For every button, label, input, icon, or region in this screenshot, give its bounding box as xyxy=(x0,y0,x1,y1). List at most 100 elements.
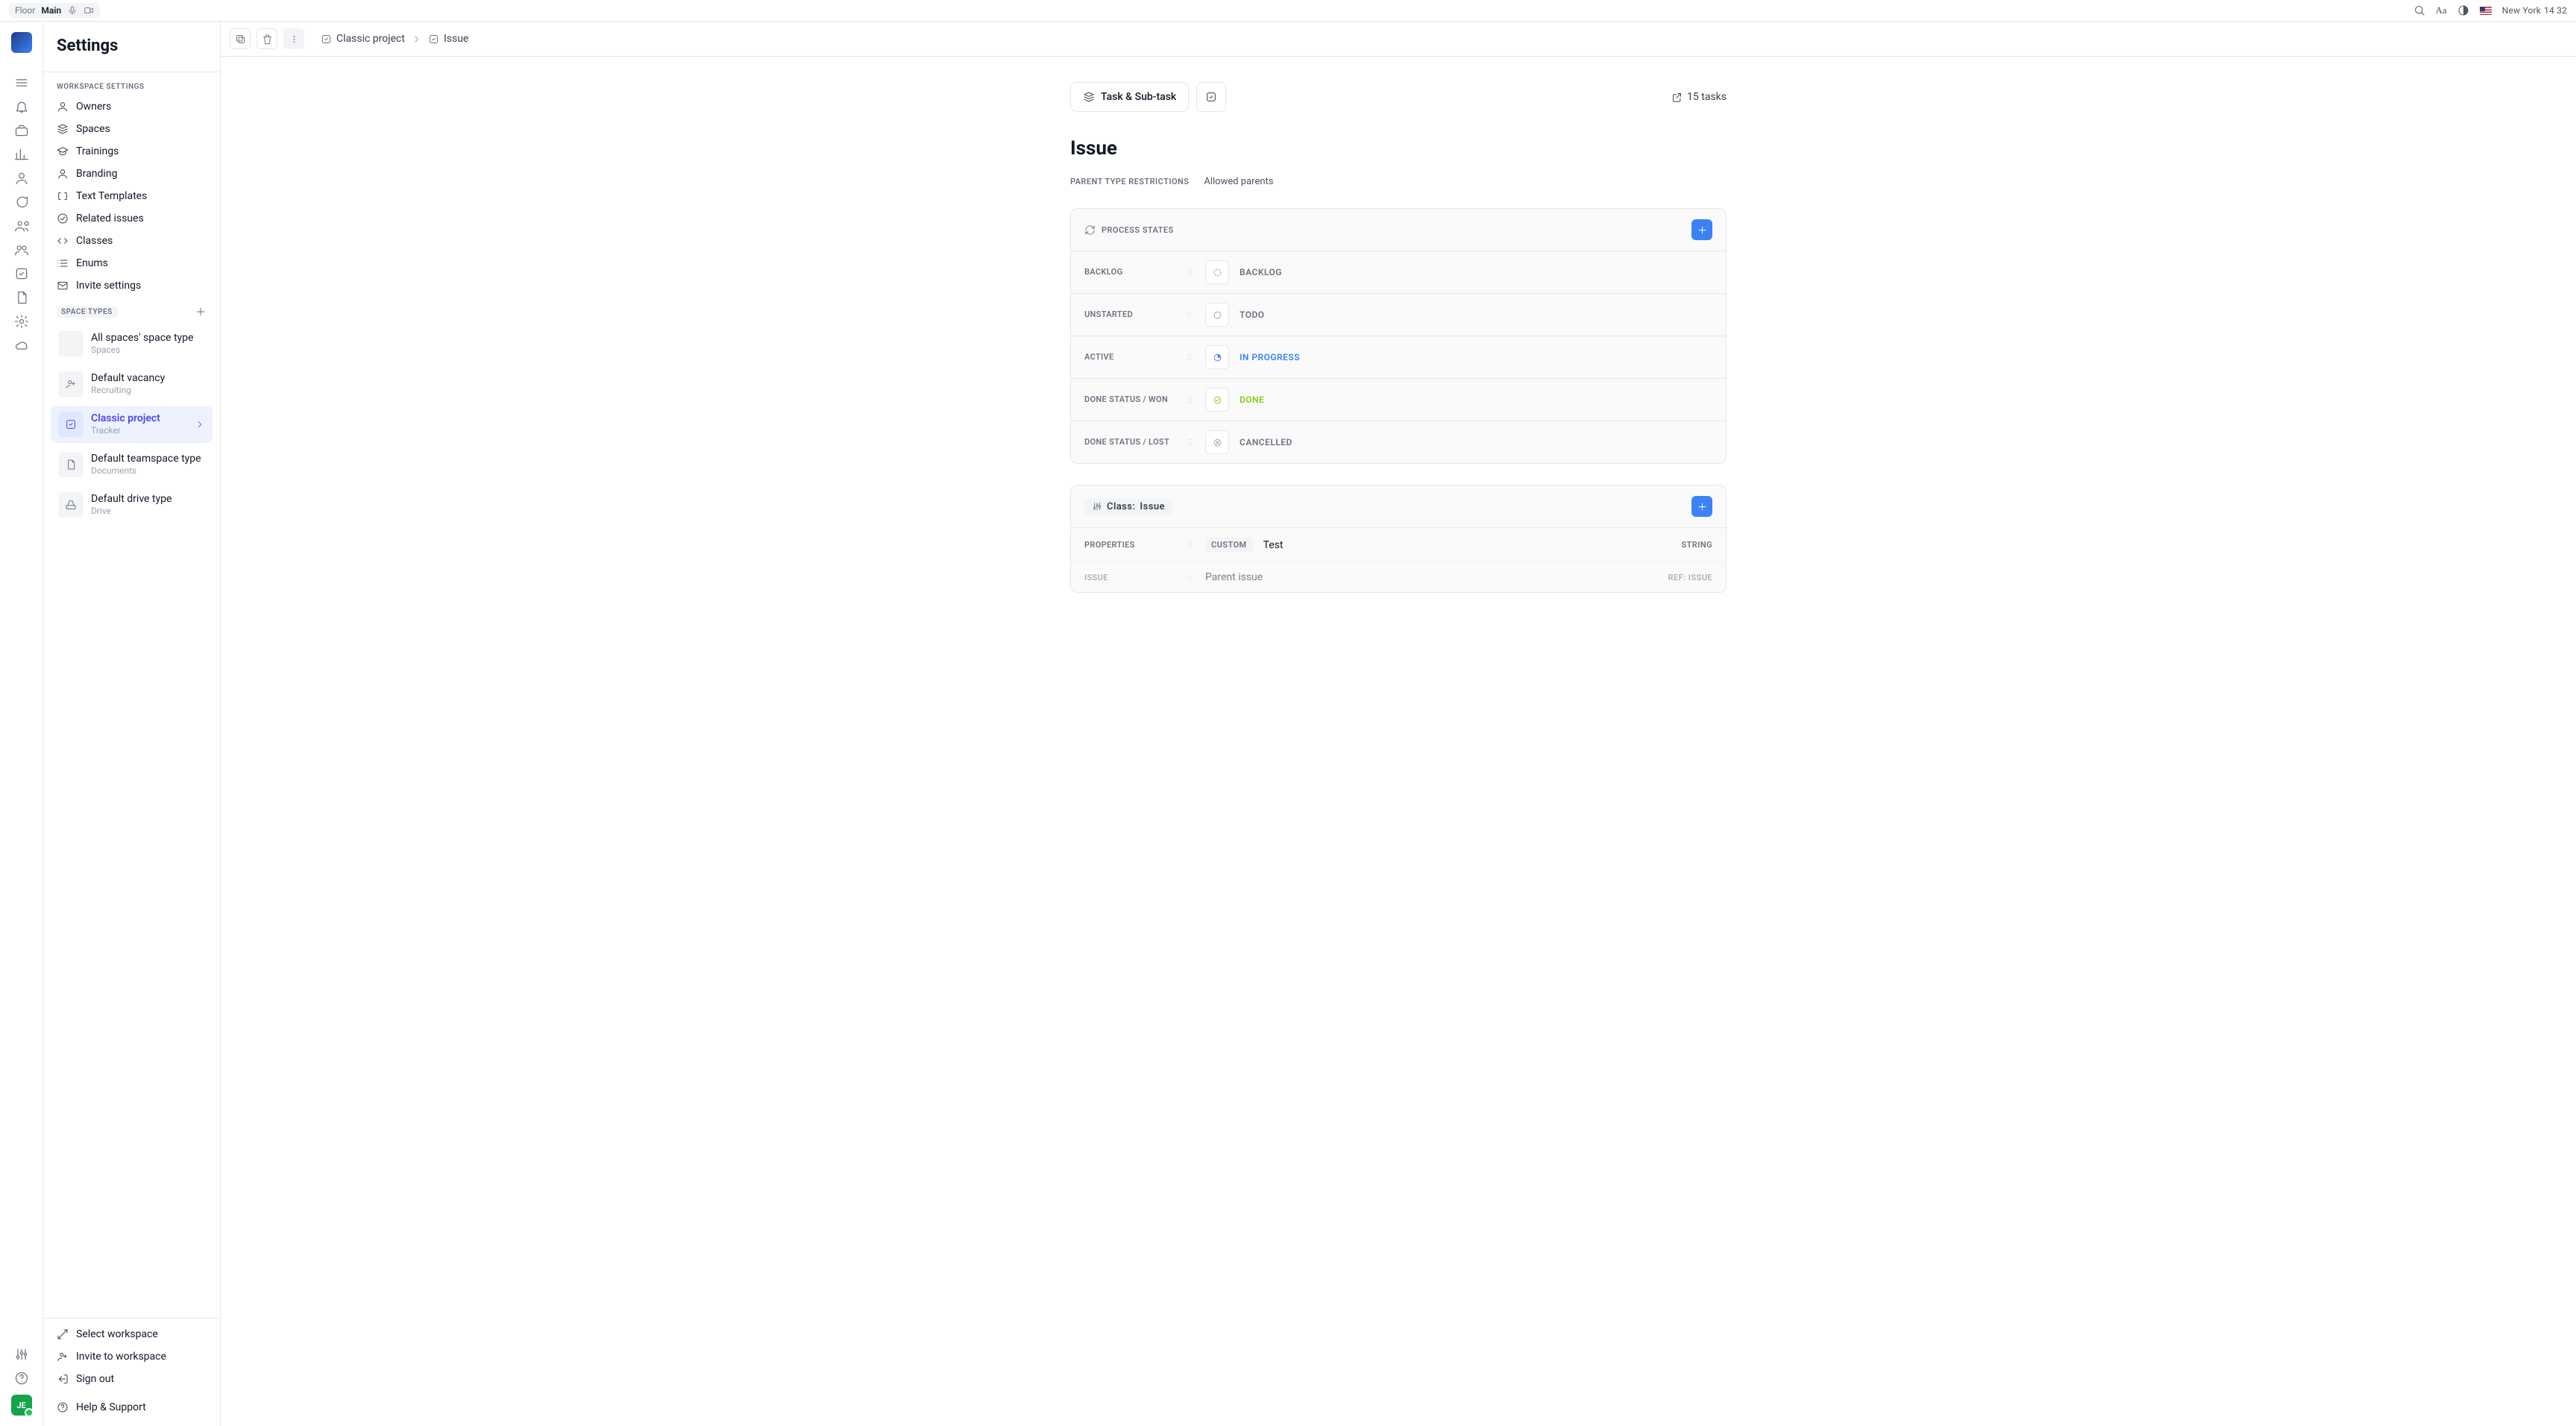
layers-icon xyxy=(57,123,69,135)
property-row-test[interactable]: PROPERTIES CUSTOM Test STRING xyxy=(1071,527,1726,562)
locale-flag-icon[interactable] xyxy=(2480,7,2492,15)
rail-help[interactable] xyxy=(14,1371,29,1386)
add-state-button[interactable] xyxy=(1691,219,1712,240)
rail-profile[interactable] xyxy=(14,171,29,186)
mic-icon[interactable] xyxy=(67,5,78,16)
state-row-backlog[interactable]: BACKLOG BACKLOG xyxy=(1071,251,1726,293)
spacetype-all-spaces[interactable]: All spaces' space type Spaces xyxy=(51,325,213,362)
rail-cloud[interactable] xyxy=(14,338,29,353)
person-icon xyxy=(57,101,69,113)
help-circle-icon xyxy=(57,1401,69,1413)
restrictions-value[interactable]: Allowed parents xyxy=(1204,176,1273,187)
property-row-parent-issue[interactable]: ISSUE Parent issue REF: ISSUE xyxy=(1071,562,1726,592)
nav-text-templates[interactable]: Text Templates xyxy=(43,185,220,207)
rail-members[interactable] xyxy=(14,219,29,233)
section-workspace-settings: WORKSPACE SETTINGS xyxy=(43,72,220,95)
more-button[interactable] xyxy=(283,28,304,49)
floor-label: Floor xyxy=(15,5,35,16)
state-row-unstarted[interactable]: UNSTARTED TODO xyxy=(1071,293,1726,336)
app-rail: JE xyxy=(0,22,43,1426)
contrast-icon[interactable] xyxy=(2457,4,2469,16)
switch-icon xyxy=(57,1328,69,1340)
drag-handle-icon[interactable] xyxy=(1184,572,1195,582)
nav-branding[interactable]: Branding xyxy=(43,163,220,185)
state-row-active[interactable]: ACTIVE IN PROGRESS xyxy=(1071,336,1726,378)
copy-button[interactable] xyxy=(230,28,251,49)
drag-handle-icon[interactable] xyxy=(1184,437,1195,447)
video-icon[interactable] xyxy=(84,5,94,16)
rail-notifications[interactable] xyxy=(14,99,29,114)
brackets-icon xyxy=(57,190,69,202)
property-name: Parent issue xyxy=(1205,571,1263,583)
mail-icon xyxy=(57,280,69,292)
person-plus-icon xyxy=(57,1351,69,1363)
process-states-title: PROCESS STATES xyxy=(1102,225,1174,235)
user-avatar[interactable]: JE xyxy=(11,1395,32,1416)
drag-handle-icon[interactable] xyxy=(1184,310,1195,320)
palette-icon xyxy=(57,168,69,180)
nav-owners[interactable]: Owners xyxy=(43,95,220,118)
add-space-type-button[interactable] xyxy=(195,306,207,318)
chevron-right-icon xyxy=(195,419,205,430)
spacetype-default-vacancy[interactable]: Default vacancy Recruiting xyxy=(51,365,213,403)
footer-select-workspace[interactable]: Select workspace xyxy=(43,1323,220,1345)
drag-handle-icon[interactable] xyxy=(1184,540,1195,550)
delete-button[interactable] xyxy=(257,28,277,49)
state-row-done[interactable]: DONE STATUS / WON DONE xyxy=(1071,378,1726,421)
checkbox-icon xyxy=(428,34,439,45)
drag-handle-icon[interactable] xyxy=(1184,352,1195,362)
restrictions-label: PARENT TYPE RESTRICTIONS xyxy=(1070,177,1189,186)
nav-spaces[interactable]: Spaces xyxy=(43,118,220,140)
class-chip[interactable]: Class: Issue xyxy=(1084,498,1172,515)
rail-settings-gear[interactable] xyxy=(14,314,29,329)
rail-menu[interactable] xyxy=(14,75,29,90)
spacetype-default-drive[interactable]: Default drive type Drive xyxy=(51,486,213,524)
drag-handle-icon[interactable] xyxy=(1184,267,1195,277)
footer-sign-out[interactable]: Sign out xyxy=(43,1368,220,1390)
rail-briefcase[interactable] xyxy=(14,123,29,138)
nav-invite-settings[interactable]: Invite settings xyxy=(43,274,220,297)
state-row-cancelled[interactable]: DONE STATUS / LOST CANCELLED xyxy=(1071,421,1726,463)
footer-help-support[interactable]: Help & Support xyxy=(43,1396,220,1419)
breadcrumb-bar: Classic project Issue xyxy=(221,22,2576,57)
drag-handle-icon[interactable] xyxy=(1184,395,1195,405)
class-card: Class: Issue PROPERTIES CUSTOM Test STRI… xyxy=(1070,485,1727,593)
chevron-right-icon xyxy=(411,34,422,45)
spacetype-classic-project[interactable]: Classic project Tracker xyxy=(51,406,213,443)
person-plus-icon xyxy=(65,378,77,390)
document-icon xyxy=(65,459,77,471)
state-progress-icon xyxy=(1212,352,1223,363)
custom-badge: CUSTOM xyxy=(1205,537,1253,553)
rail-chat[interactable] xyxy=(14,195,29,210)
add-property-button[interactable] xyxy=(1691,496,1712,517)
nav-trainings[interactable]: Trainings xyxy=(43,140,220,163)
state-done-icon xyxy=(1212,395,1223,406)
footer-invite-workspace[interactable]: Invite to workspace xyxy=(43,1345,220,1368)
nav-related-issues[interactable]: Related issues xyxy=(43,207,220,230)
section-space-types: SPACE TYPES xyxy=(57,308,117,316)
search-icon[interactable] xyxy=(2413,4,2425,16)
rail-docs[interactable] xyxy=(14,290,29,305)
external-link-icon xyxy=(1671,92,1683,103)
checkbox-icon xyxy=(1205,91,1217,103)
breadcrumb-project[interactable]: Classic project xyxy=(321,33,405,45)
task-subtask-button[interactable]: Task & Sub-task xyxy=(1070,82,1189,112)
rail-tasks[interactable] xyxy=(14,266,29,281)
floor-switcher[interactable]: Floor Main xyxy=(9,3,100,18)
check-circle-icon xyxy=(57,213,69,224)
open-tasks-link[interactable]: 15 tasks xyxy=(1671,91,1727,103)
app-logo[interactable] xyxy=(11,32,32,53)
rail-analytics[interactable] xyxy=(14,147,29,162)
rail-sliders[interactable] xyxy=(14,1347,29,1362)
rail-team[interactable] xyxy=(14,242,29,257)
settings-sidebar: Settings WORKSPACE SETTINGS Owners Space… xyxy=(43,22,221,1426)
state-backlog-icon xyxy=(1212,267,1223,278)
property-type: STRING xyxy=(1681,540,1712,550)
spacetype-default-teamspace[interactable]: Default teamspace type Documents xyxy=(51,446,213,483)
font-size-toggle[interactable]: Aa xyxy=(2436,4,2447,16)
breadcrumb-issue[interactable]: Issue xyxy=(428,33,468,45)
nav-enums[interactable]: Enums xyxy=(43,252,220,274)
nav-classes[interactable]: Classes xyxy=(43,230,220,252)
issue-type-button[interactable] xyxy=(1196,82,1226,112)
sidebar-title: Settings xyxy=(43,22,220,72)
